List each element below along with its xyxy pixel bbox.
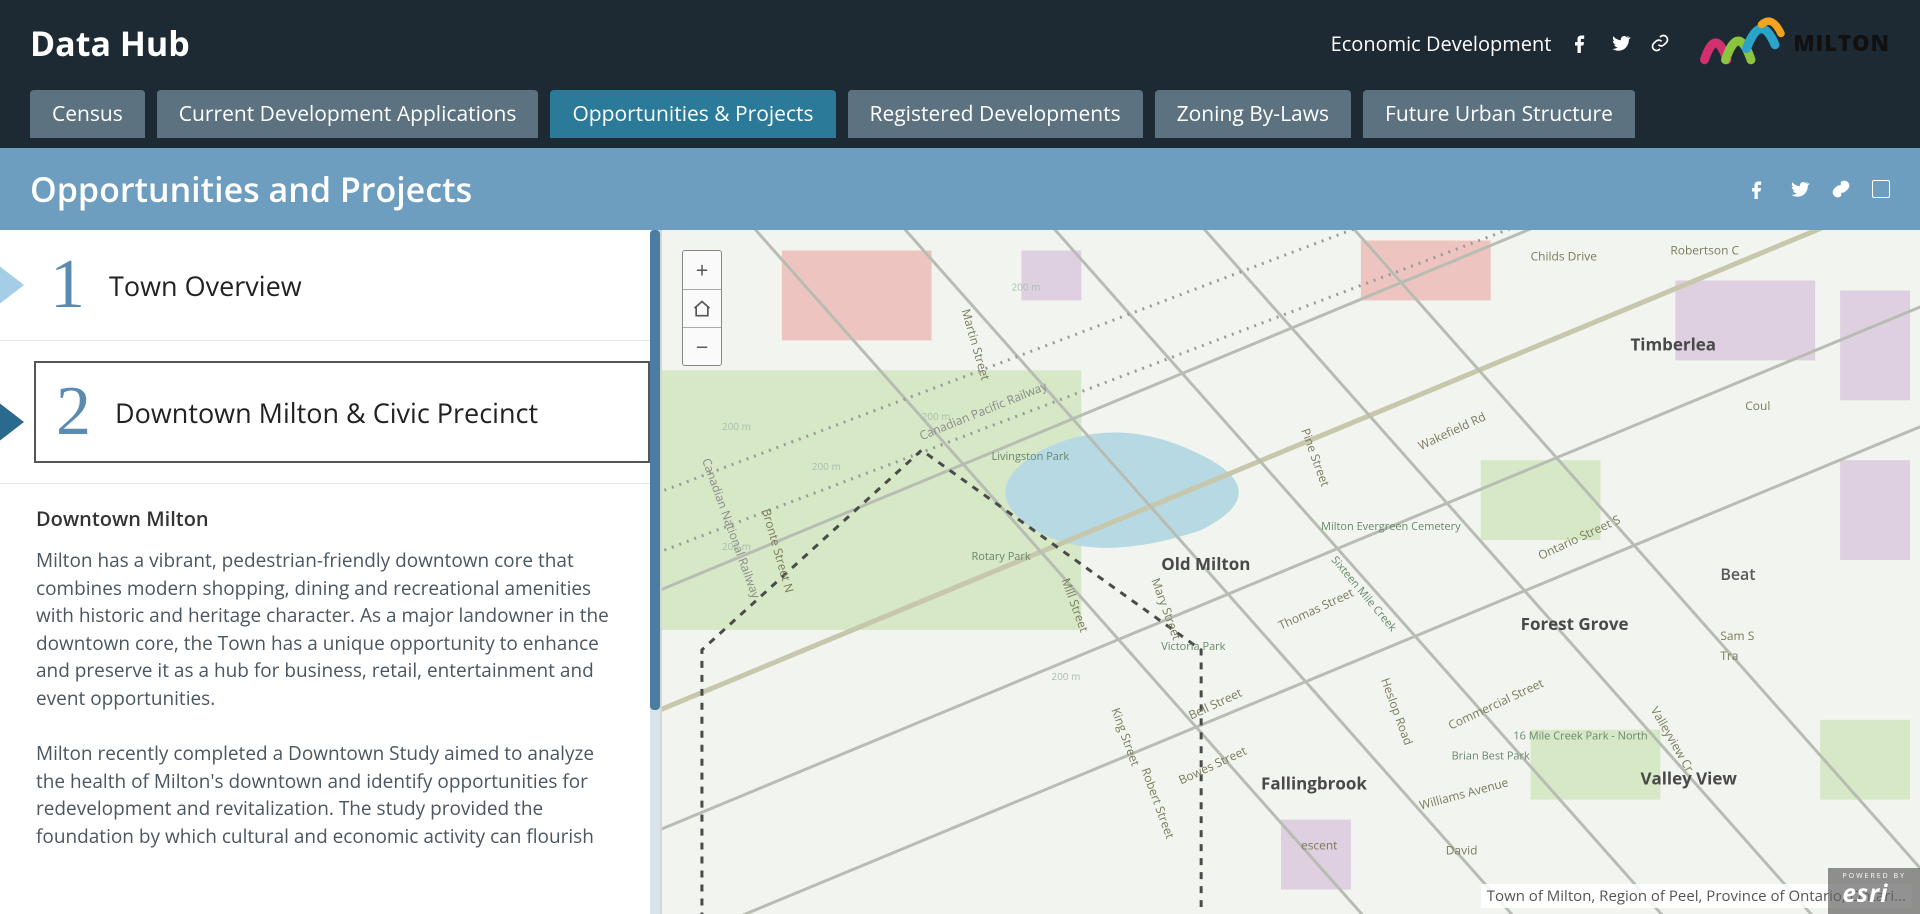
svg-text:Coul: Coul [1745, 397, 1770, 414]
svg-text:Thomas Street: Thomas Street [1276, 584, 1357, 634]
svg-text:Fallingbrook: Fallingbrook [1261, 772, 1367, 795]
svg-text:Williams Avenue: Williams Avenue [1417, 773, 1510, 813]
svg-text:David: David [1446, 842, 1478, 859]
page-title: Opportunities and Projects [30, 166, 472, 212]
share-link-icon[interactable] [1830, 178, 1852, 200]
svg-text:Timberlea: Timberlea [1630, 332, 1716, 355]
svg-text:Mary Street: Mary Street [1147, 576, 1185, 643]
svg-text:Rotary Park: Rotary Park [972, 549, 1031, 564]
svg-text:16 Mile Creek Park - North: 16 Mile Creek Park - North [1513, 729, 1647, 744]
svg-text:Sam S: Sam S [1720, 627, 1754, 644]
svg-text:Tra: Tra [1720, 647, 1738, 664]
chevron-right-icon [0, 402, 24, 442]
map-zoom-controls: + − [682, 250, 722, 366]
economic-development-link[interactable]: Economic Development [1331, 30, 1552, 57]
content-heading: Downtown Milton [36, 504, 624, 533]
svg-text:Livingston Park: Livingston Park [991, 449, 1069, 464]
svg-text:King Street: King Street [1108, 705, 1145, 768]
content-paragraph: Milton recently completed a Downtown Stu… [36, 740, 624, 850]
app-header: Data Hub Economic Development [0, 0, 1920, 148]
svg-text:Robertson C: Robertson C [1670, 242, 1739, 259]
main-split: 1 Town Overview 2 Downtown Milton & Civi… [0, 230, 1920, 914]
zoom-out-button[interactable]: − [683, 327, 721, 365]
tab-current-development-applications[interactable]: Current Development Applications [157, 90, 539, 138]
map-view[interactable]: 200 m 200 m 200 m 200 m 200 m 200 m Mart… [660, 230, 1920, 914]
basemap-drawing: 200 m 200 m 200 m 200 m 200 m 200 m Mart… [662, 230, 1920, 914]
step-title: Downtown Milton & Civic Precinct [115, 394, 538, 431]
step-2-downtown-milton-civic-precinct[interactable]: 2 Downtown Milton & Civic Precinct [0, 361, 660, 484]
step-content: Downtown Milton Milton has a vibrant, pe… [0, 484, 660, 850]
step-1-town-overview[interactable]: 1 Town Overview [0, 230, 660, 341]
svg-text:Wakefield Rd: Wakefield Rd [1415, 408, 1488, 454]
tab-opportunities-projects[interactable]: Opportunities & Projects [550, 90, 835, 138]
svg-text:200 m: 200 m [812, 459, 841, 473]
step-number: 1 [50, 250, 85, 320]
map-home-button[interactable] [683, 289, 721, 327]
svg-text:Bowes Street: Bowes Street [1176, 742, 1250, 788]
tab-future-urban-structure[interactable]: Future Urban Structure [1363, 90, 1635, 138]
tab-census[interactable]: Census [30, 90, 145, 138]
twitter-icon[interactable] [1788, 178, 1810, 200]
step-number: 2 [56, 377, 91, 447]
svg-text:Childs Drive: Childs Drive [1531, 247, 1598, 264]
svg-text:escent: escent [1301, 837, 1338, 854]
zoom-in-button[interactable]: + [683, 251, 721, 289]
tab-registered-developments[interactable]: Registered Developments [848, 90, 1143, 138]
scrollbar-thumb[interactable] [650, 230, 660, 710]
share-link-icon[interactable] [1649, 32, 1671, 54]
facebook-icon[interactable] [1746, 178, 1768, 200]
header-right-group: Economic Development MIL [1331, 11, 1890, 76]
svg-text:Bell Street: Bell Street [1186, 684, 1245, 724]
svg-text:Beat: Beat [1720, 563, 1755, 585]
svg-text:Old Milton: Old Milton [1161, 552, 1250, 575]
svg-text:Heslop Road: Heslop Road [1377, 675, 1417, 747]
milton-logo[interactable]: MILTON [1697, 11, 1890, 76]
header-top-row: Data Hub Economic Development [30, 18, 1890, 68]
svg-text:200 m: 200 m [1051, 669, 1080, 683]
svg-text:200 m: 200 m [1011, 279, 1040, 293]
subheader-icons [1746, 178, 1890, 200]
svg-text:Milton Evergreen Cemetery: Milton Evergreen Cemetery [1321, 519, 1461, 534]
svg-text:Robert Street: Robert Street [1137, 765, 1178, 841]
side-panel: 1 Town Overview 2 Downtown Milton & Civi… [0, 230, 660, 914]
sub-header: Opportunities and Projects [0, 148, 1920, 230]
chevron-right-icon [0, 265, 24, 305]
broken-image-icon[interactable] [1872, 180, 1890, 198]
svg-text:Brian Best Park: Brian Best Park [1452, 749, 1530, 764]
step-title: Town Overview [109, 267, 302, 304]
esri-badge: POWERED BY esri [1828, 868, 1920, 914]
svg-text:Forest Grove: Forest Grove [1521, 612, 1629, 635]
twitter-icon[interactable] [1609, 32, 1631, 54]
facebook-icon[interactable] [1569, 32, 1591, 54]
svg-text:Commercial Street: Commercial Street [1445, 674, 1546, 733]
tab-zoning-by-laws[interactable]: Zoning By-Laws [1155, 90, 1351, 138]
milton-logo-text: MILTON [1793, 28, 1890, 58]
scrollbar-track[interactable] [650, 230, 660, 914]
site-title[interactable]: Data Hub [30, 20, 190, 66]
svg-text:200 m: 200 m [722, 419, 751, 433]
content-paragraph: Milton has a vibrant, pedestrian-friendl… [36, 547, 624, 712]
nav-tabs: Census Current Development Applications … [30, 90, 1890, 138]
